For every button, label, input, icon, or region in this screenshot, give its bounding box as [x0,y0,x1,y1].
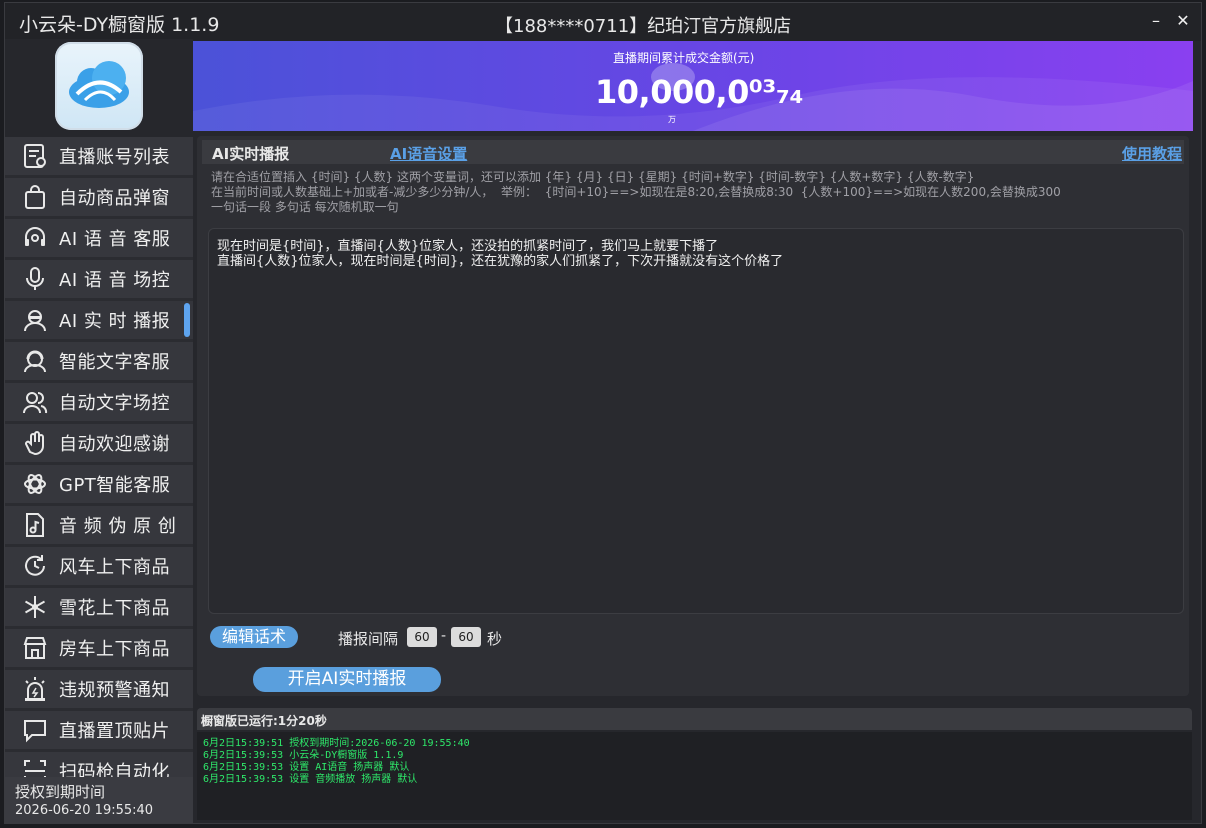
sidebar-item-violation-alert[interactable]: 违规预警通知 [5,670,193,709]
sidebar-item-ai-voice-service[interactable]: AI 语 音 客服 [5,219,193,258]
logo-area [5,39,193,137]
banner-caption: 直播期间累计成交金额(元) [613,51,755,65]
tab-ai-live-broadcast[interactable]: AI实时播报 [212,143,289,164]
sidebar-item-ai-voice-control[interactable]: AI 语 音 场控 [5,260,193,299]
sidebar-item-label: AI 语 音 场控 [59,270,171,291]
sidebar-item-label: 直播置顶贴片 [59,721,170,742]
sidebar-item-label: 智能文字客服 [59,352,170,373]
sidebar-item-label: 风车上下商品 [59,557,170,578]
edit-script-button[interactable]: 编辑话术 [210,626,298,648]
openai-icon [21,470,49,498]
sales-banner: 直播期间累计成交金额(元) 10,000,0⁰³₇₄ 万 [193,41,1193,131]
headset-icon [21,224,49,252]
sidebar-item-windmill-products[interactable]: 风车上下商品 [5,547,193,586]
minimize-button[interactable]: – [1148,13,1164,29]
sidebar-item-label: 违规预警通知 [59,680,170,701]
help-link[interactable]: 使用教程 [1122,143,1182,164]
log-line: 6月2日15:39:53 小云朵-DY橱窗版 1.1.9 [203,750,404,761]
interval-label: 播报间隔 [338,630,399,648]
close-button[interactable]: ✕ [1175,13,1191,29]
snowflake-icon [21,593,49,621]
sidebar-item-label: 雪花上下商品 [59,598,170,619]
support-agent-icon [21,347,49,375]
app-title: 小云朵-DY橱窗版 1.1.9 [19,14,220,36]
broadcaster-icon [21,306,49,334]
microphone-icon [21,265,49,293]
tab-ai-voice-settings[interactable]: AI语音设置 [390,143,467,164]
sidebar-nav: 直播账号列表 自动商品弹窗 AI 语 音 客服 AI 语 音 场控 AI 实 时… [5,137,193,793]
log-output[interactable]: 6月2日15:39:51 授权到期时间:2026-06-20 19:55:40 … [197,732,1192,820]
log-line: 6月2日15:39:51 授权到期时间:2026-06-20 19:55:40 [203,738,470,749]
panel-header: AI实时播报 AI语音设置 使用教程 [202,140,1184,164]
hint-line: 请在合适位置插入 {时间} {人数} 这两个变量词，还可以添加 {年} {月} … [211,170,975,184]
runtime-label: 橱窗版已运行:1分20秒 [201,714,327,728]
sidebar-item-auto-text-control[interactable]: 自动文字场控 [5,383,193,422]
script-textarea[interactable]: 现在时间是{时间}，直播间{人数}位家人，还没拍的抓紧时间了，我们马上就要下播了… [208,228,1184,614]
wave-hand-icon [21,429,49,457]
sidebar-item-smart-text-service[interactable]: 智能文字客服 [5,342,193,381]
hint-line: 一句话一段 多句话 每次随机取一句 [211,200,399,214]
sidebar-item-gpt-service[interactable]: GPT智能客服 [5,465,193,504]
sidebar-item-audio-original[interactable]: 音 频 伪 原 创 [5,506,193,545]
hint-line: 在当前时间或人数基础上+加或者-减少多少分钟/人， 举例： {时间+10}==>… [211,185,1061,199]
sidebar-item-rv-products[interactable]: 房车上下商品 [5,629,193,668]
log-header: 橱窗版已运行:1分20秒 [197,708,1192,730]
title-bar[interactable]: 小云朵-DY橱窗版 1.1.9 【188****0711】纪珀汀官方旗舰店 – … [5,3,1201,41]
clock-cycle-icon [21,552,49,580]
script-line: 直播间{人数}位家人，现在时间是{时间}，还在犹豫的家人们抓紧了，下次开播就没有… [217,254,784,269]
alarm-icon [21,675,49,703]
sidebar-item-label: AI 语 音 客服 [59,229,171,250]
broadcast-panel: AI实时播报 AI语音设置 使用教程 请在合适位置插入 {时间} {人数} 这两… [197,136,1189,696]
sidebar-item-product-popup[interactable]: 自动商品弹窗 [5,178,193,217]
shop-title: 【188****0711】纪珀汀官方旗舰店 [495,16,792,37]
log-line: 6月2日15:39:53 设置 AI语音 扬声器 默认 [203,762,410,773]
active-indicator [184,303,190,337]
chat-bubble-icon [21,716,49,744]
interval-max-input[interactable]: 60 [451,627,481,647]
sidebar-item-label: 直播账号列表 [59,147,170,168]
cloud-icon [69,61,129,108]
sidebar-item-pinned-sticker[interactable]: 直播置顶贴片 [5,711,193,750]
users-icon [21,388,49,416]
expiry-label: 授权到期时间 [15,783,106,801]
interval-dash: - [441,628,447,644]
sidebar-item-snowflake-products[interactable]: 雪花上下商品 [5,588,193,627]
app-logo [55,42,143,130]
sidebar: 直播账号列表 自动商品弹窗 AI 语 音 客服 AI 语 音 场控 AI 实 时… [5,39,193,823]
sidebar-item-label: 自动欢迎感谢 [59,434,170,455]
start-broadcast-button[interactable]: 开启AI实时播报 [253,667,441,692]
log-line: 6月2日15:39:53 设置 音频播放 扬声器 默认 [203,774,418,785]
sidebar-item-ai-live-broadcast[interactable]: AI 实 时 播报 [5,301,193,340]
store-icon [21,634,49,662]
account-list-icon [21,142,49,170]
music-file-icon [21,511,49,539]
sales-amount: 10,000,0⁰³₇₄ [595,73,803,111]
sidebar-item-label: 自动商品弹窗 [59,188,170,209]
sidebar-item-account-list[interactable]: 直播账号列表 [5,137,193,176]
sidebar-item-label: AI 实 时 播报 [59,311,171,332]
interval-unit: 秒 [487,630,503,648]
sidebar-item-label: 音 频 伪 原 创 [59,516,177,537]
interval-min-input[interactable]: 60 [407,627,437,647]
sidebar-item-label: GPT智能客服 [59,475,171,496]
license-expiry: 授权到期时间 2026-06-20 19:55:40 [5,777,193,823]
expiry-value: 2026-06-20 19:55:40 [15,803,154,818]
sidebar-item-label: 房车上下商品 [59,639,170,660]
sidebar-item-label: 自动文字场控 [59,393,170,414]
shopping-bag-icon [21,183,49,211]
usage-hint: 请在合适位置插入 {时间} {人数} 这两个变量词，还可以添加 {年} {月} … [211,170,1181,215]
sidebar-item-auto-welcome[interactable]: 自动欢迎感谢 [5,424,193,463]
amount-unit: 万 [668,115,676,124]
